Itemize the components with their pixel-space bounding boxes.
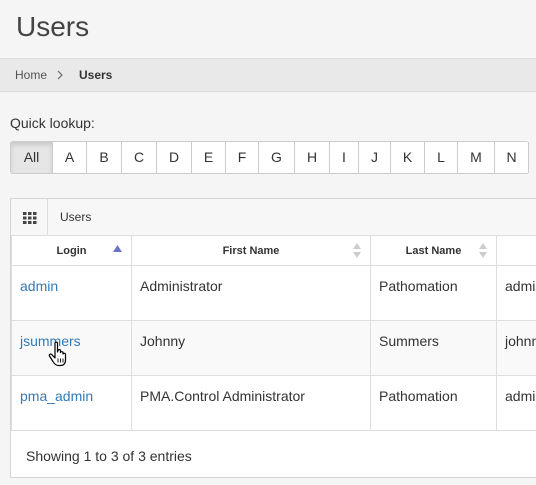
table-row: admin Administrator Pathomation admi xyxy=(11,265,536,321)
panel-title: Users xyxy=(60,210,92,224)
letter-m-button[interactable]: M xyxy=(458,142,495,173)
letter-e-button[interactable]: E xyxy=(192,142,226,173)
letter-all-button[interactable]: All xyxy=(11,142,53,173)
table-info: Showing 1 to 3 of 3 entries xyxy=(26,448,192,464)
column-header-last-name[interactable]: Last Name xyxy=(370,235,497,266)
chevron-right-icon xyxy=(57,59,63,80)
sort-both-icon xyxy=(353,243,361,261)
column-header-login[interactable]: Login xyxy=(11,235,132,266)
first-name-cell: PMA.Control Administrator xyxy=(131,375,371,431)
letter-a-button[interactable]: A xyxy=(53,142,87,173)
letter-k-button[interactable]: K xyxy=(391,142,425,173)
first-name-cell: Johnny xyxy=(131,320,371,376)
sort-ascending-icon xyxy=(113,243,122,255)
breadcrumb-current: Users xyxy=(79,68,113,82)
letter-c-button[interactable]: C xyxy=(122,142,157,173)
last-name-cell: Pathomation xyxy=(370,265,497,321)
letter-j-button[interactable]: J xyxy=(359,142,391,173)
letter-d-button[interactable]: D xyxy=(157,142,192,173)
column-header-first-name[interactable]: First Name xyxy=(131,235,371,266)
first-name-cell: Administrator xyxy=(131,265,371,321)
quick-lookup-letters: All A B C D E F G H I J K L M N xyxy=(10,141,529,174)
email-cell: admi xyxy=(496,265,536,321)
letter-l-button[interactable]: L xyxy=(425,142,458,173)
email-cell: admi xyxy=(496,375,536,431)
users-table: Login First Name Last Name admin Adminis… xyxy=(11,235,536,431)
table-row: pma_admin PMA.Control Administrator Path… xyxy=(11,375,536,431)
hand-pointer-icon xyxy=(48,341,70,372)
quick-lookup-label: Quick lookup: xyxy=(10,115,95,131)
last-name-cell: Pathomation xyxy=(370,375,497,431)
email-cell: johnn xyxy=(496,320,536,376)
user-link-admin[interactable]: admin xyxy=(20,278,58,294)
grid-icon xyxy=(23,211,37,229)
breadcrumb-home[interactable]: Home xyxy=(15,59,47,91)
login-cell: pma_admin xyxy=(11,375,132,431)
letter-f-button[interactable]: F xyxy=(226,142,259,173)
column-header-email[interactable] xyxy=(496,235,536,266)
letter-g-button[interactable]: G xyxy=(259,142,295,173)
users-panel: Users Login First Name Last Name admin A… xyxy=(10,198,536,478)
table-row: jsummers Johnny Summers johnn xyxy=(11,320,536,376)
page-title: Users xyxy=(16,11,90,42)
letter-i-button[interactable]: I xyxy=(330,142,359,173)
sort-both-icon xyxy=(479,243,487,261)
breadcrumb: Home Users xyxy=(0,58,536,92)
letter-n-button[interactable]: N xyxy=(495,142,529,173)
last-name-cell: Summers xyxy=(370,320,497,376)
user-link-pma-admin[interactable]: pma_admin xyxy=(20,388,93,404)
login-cell: admin xyxy=(11,265,132,321)
letter-h-button[interactable]: H xyxy=(295,142,330,173)
letter-b-button[interactable]: B xyxy=(87,142,122,173)
login-cell: jsummers xyxy=(11,320,132,376)
panel-header: Users xyxy=(11,199,536,236)
